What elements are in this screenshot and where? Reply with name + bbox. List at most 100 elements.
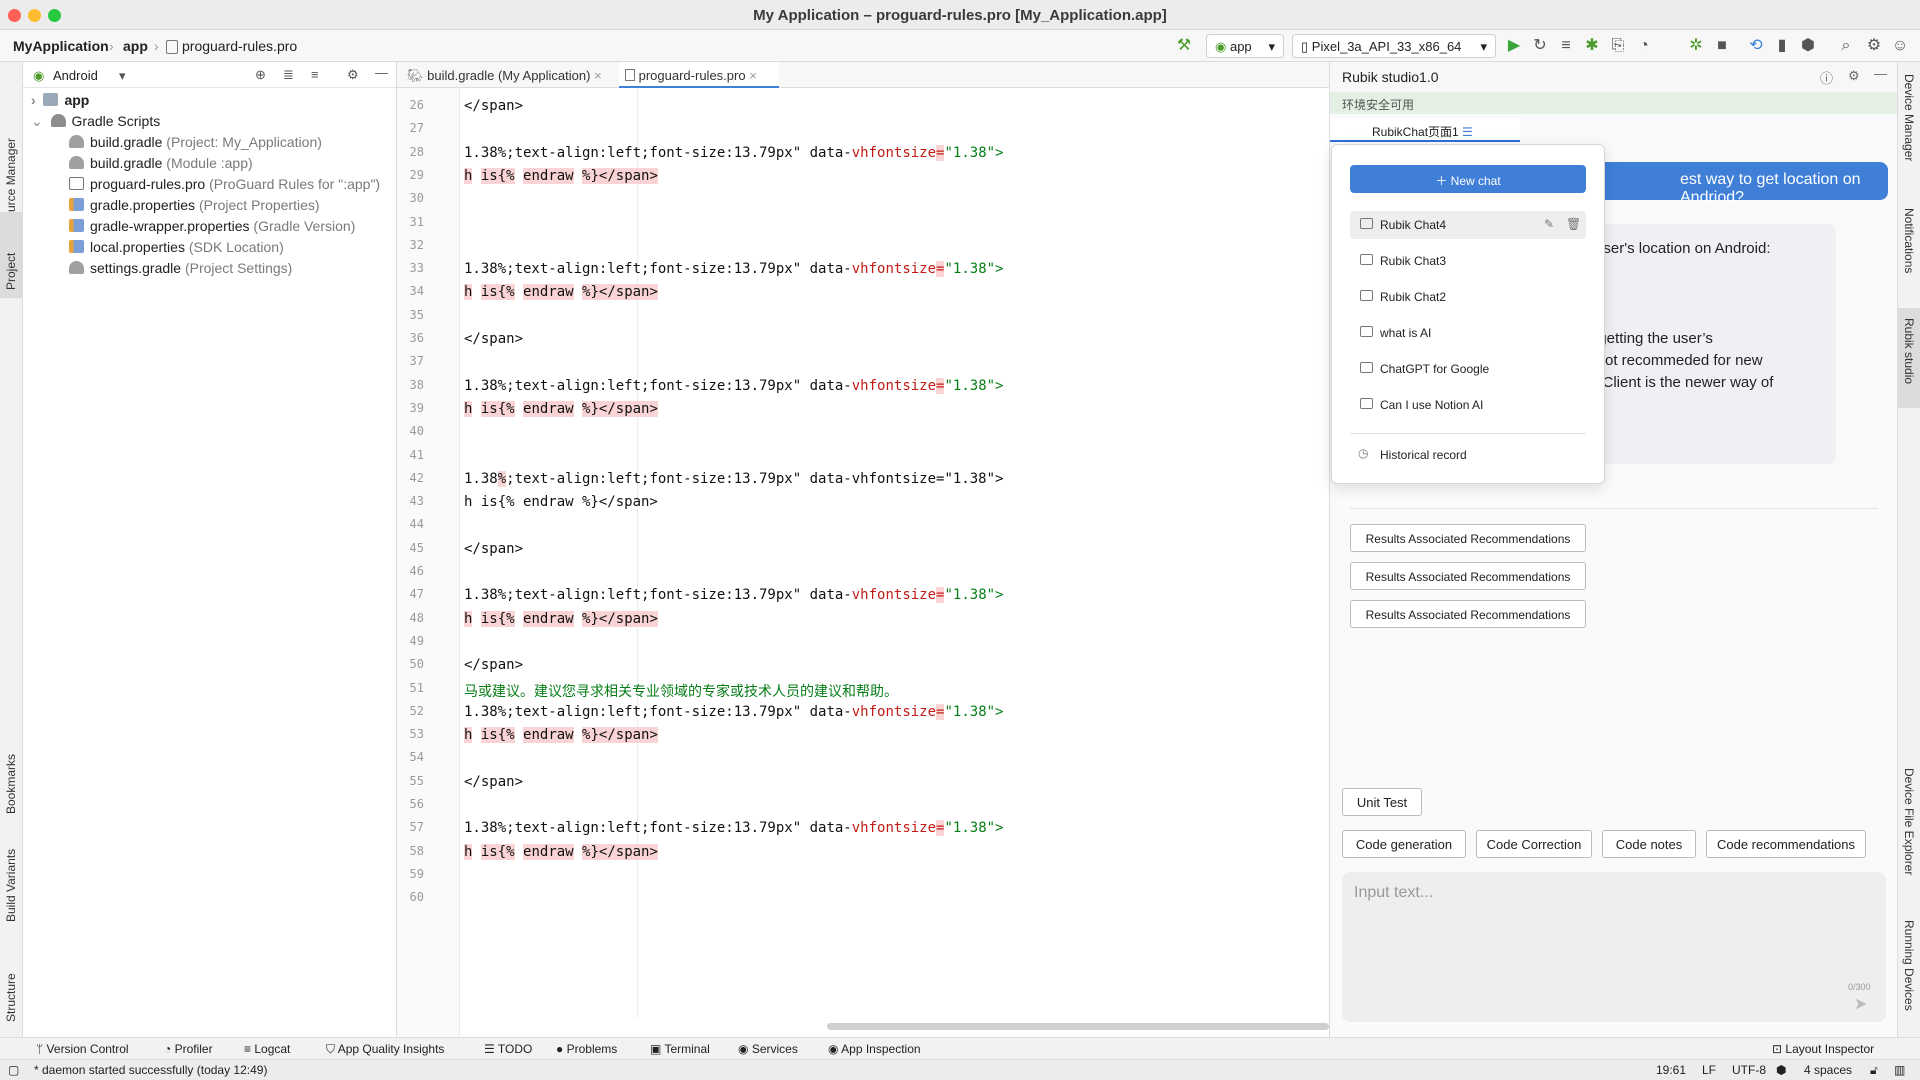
tool-profiler[interactable]: ◔ Profiler — [164, 1042, 213, 1056]
tool-problems[interactable]: ● Problems — [556, 1042, 617, 1056]
tool-app-inspection[interactable]: ◉ App Inspection — [828, 1042, 921, 1056]
tool-bookmarks[interactable]: Bookmarks — [4, 754, 18, 814]
tool-running-devices[interactable]: Running Devices — [1902, 920, 1916, 1011]
tree-file-gradle-properties[interactable]: gradle.properties (Project Properties) — [69, 197, 320, 218]
tree-file-settings-gradle[interactable]: settings.gradle (Project Settings) — [69, 260, 292, 281]
code-recommendations-button[interactable]: Code recommendations — [1706, 830, 1866, 858]
tree-file-local-properties[interactable]: local.properties (SDK Location) — [69, 239, 284, 260]
attr-name: vhfontsize — [851, 377, 937, 394]
tool-app-quality-insights[interactable]: ⛉ App Quality Insights — [326, 1042, 444, 1057]
tree-node-app[interactable]: › app — [31, 92, 89, 113]
line-number: 40 — [409, 424, 424, 439]
tab-proguard-rules[interactable]: proguard-rules.pro × — [619, 62, 779, 88]
status-hexagon-icon[interactable]: ⬢ — [1776, 1063, 1786, 1077]
search-icon[interactable]: ⌕ — [1836, 36, 1856, 56]
select-opened-file-icon[interactable]: ⊕ — [255, 67, 266, 83]
indent-setting[interactable]: 4 spaces — [1804, 1063, 1852, 1077]
expand-all-icon[interactable]: ≣ — [283, 67, 294, 83]
tree-file-build-gradle-module[interactable]: build.gradle (Module :app) — [69, 155, 253, 176]
debug-icon[interactable]: ✱ — [1582, 36, 1602, 56]
stop-icon[interactable]: ■ — [1712, 36, 1732, 56]
recommendation-button[interactable]: Results Associated Recommendations — [1350, 524, 1586, 552]
tool-structure[interactable]: Structure — [4, 973, 18, 1022]
sync-gradle-icon[interactable]: ⟲ — [1746, 36, 1766, 56]
span-close-tag: </span> — [464, 540, 524, 557]
rerun-icon[interactable]: ↻ — [1530, 36, 1550, 56]
help-icon[interactable]: ⓘ — [1820, 68, 1833, 87]
cursor-position[interactable]: 19:61 — [1656, 1063, 1686, 1077]
settings-gear-icon[interactable]: ⚙ — [1864, 36, 1884, 56]
tool-device-manager[interactable]: Device Manager — [1902, 74, 1916, 161]
tool-todo[interactable]: ☰ TODO — [484, 1042, 532, 1056]
tab-build-gradle[interactable]: 🐘︎ build.gradle (My Application) × — [407, 62, 615, 88]
hide-panel-icon[interactable]: — — [375, 65, 388, 80]
send-icon[interactable]: ➤ — [1854, 994, 1867, 1014]
hide-panel-icon[interactable]: — — [1874, 66, 1887, 81]
chat-item[interactable]: Rubik Chat3 — [1350, 247, 1586, 275]
status-bar: ▢ * daemon started successfully (today 1… — [0, 1059, 1920, 1080]
sdk-manager-icon[interactable]: ⬢ — [1798, 36, 1818, 56]
horizontal-scrollbar[interactable] — [827, 1023, 1329, 1030]
collapse-all-icon[interactable]: ≡ — [311, 67, 319, 82]
device-dropdown[interactable]: ▯ Pixel_3a_API_33_x86_64 ▾ — [1292, 34, 1496, 58]
unit-test-button[interactable]: Unit Test — [1342, 788, 1422, 816]
delete-icon[interactable]: 🗑︎ — [1566, 217, 1581, 231]
lock-icon[interactable]: 🔓︎ — [1870, 1063, 1878, 1078]
attr-value: "1.38"> — [944, 587, 1004, 604]
line-separator[interactable]: LF — [1702, 1063, 1716, 1077]
run-config-dropdown[interactable]: ◉ app ▾ — [1206, 34, 1284, 58]
chat-item[interactable]: ChatGPT for Google — [1350, 355, 1586, 383]
chat-input-box[interactable]: Input text... 0/300 ➤ — [1342, 872, 1886, 1022]
profile-icon[interactable]: ◔ — [1634, 36, 1654, 56]
tool-device-file-explorer[interactable]: Device File Explorer — [1902, 768, 1916, 875]
apply-changes-icon[interactable]: ≡ — [1556, 36, 1576, 56]
close-tab-icon[interactable]: × — [594, 68, 602, 83]
new-chat-button[interactable]: ＋ New chat — [1350, 165, 1586, 193]
tool-logcat[interactable]: ≡ Logcat — [244, 1042, 290, 1056]
chevron-down-icon: ⌄ — [31, 113, 43, 129]
code-notes-button[interactable]: Code notes — [1602, 830, 1696, 858]
code-correction-button[interactable]: Code Correction — [1476, 830, 1592, 858]
attach-debugger-icon[interactable]: ⎘ — [1608, 36, 1628, 56]
historical-record-item[interactable]: ◷ Historical record — [1350, 441, 1586, 469]
chat-item[interactable]: Rubik Chat2 — [1350, 283, 1586, 311]
tool-terminal[interactable]: ▣ Terminal — [650, 1042, 710, 1056]
tree-file-proguard-rules[interactable]: proguard-rules.pro (ProGuard Rules for "… — [69, 176, 380, 197]
menu-icon[interactable]: ☰ — [1462, 125, 1473, 139]
account-icon[interactable]: ☺ — [1890, 36, 1910, 56]
run-icon[interactable]: ▶ — [1504, 36, 1524, 56]
attach-process-icon[interactable]: ✲ — [1686, 36, 1706, 56]
tree-file-gradle-wrapper-properties[interactable]: gradle-wrapper.properties (Gradle Versio… — [69, 218, 355, 239]
build-hammer-icon[interactable]: ⚒ — [1174, 36, 1194, 56]
tool-build-variants[interactable]: Build Variants — [4, 849, 18, 922]
tool-notifications[interactable]: Notifications — [1902, 208, 1916, 273]
breadcrumb-module[interactable]: app — [123, 38, 148, 54]
chevron-down-icon[interactable]: ▾ — [119, 68, 126, 84]
settings-gear-icon[interactable]: ⚙ — [347, 67, 359, 83]
chat-item[interactable]: what is AI — [1350, 319, 1586, 347]
chat-item[interactable]: Rubik Chat4 ✎ 🗑︎ — [1350, 211, 1586, 239]
tree-node-gradle-scripts[interactable]: ⌄ Gradle Scripts — [31, 113, 160, 134]
tool-version-control[interactable]: ᛘ Version Control — [36, 1042, 129, 1056]
tool-rubik-studio[interactable]: Rubik studio — [1902, 318, 1916, 384]
close-tab-icon[interactable]: × — [749, 68, 757, 83]
device-manager-icon[interactable]: ▮ — [1772, 36, 1792, 56]
tool-layout-inspector[interactable]: ⊡ Layout Inspector — [1772, 1042, 1874, 1056]
recommendation-button[interactable]: Results Associated Recommendations — [1350, 562, 1586, 590]
status-panel-toggle-icon[interactable]: ▢ — [8, 1063, 19, 1077]
edit-icon[interactable]: ✎ — [1544, 217, 1554, 231]
tree-file-build-gradle-project[interactable]: build.gradle (Project: My_Application) — [69, 134, 322, 155]
settings-gear-icon[interactable]: ⚙ — [1848, 68, 1860, 84]
recommendation-button[interactable]: Results Associated Recommendations — [1350, 600, 1586, 628]
code-generation-button[interactable]: Code generation — [1342, 830, 1466, 858]
rubik-chat-tab[interactable]: RubikChat页面1 ☰ — [1330, 118, 1520, 142]
project-view-selector[interactable]: Android — [53, 68, 98, 83]
memory-indicator-icon[interactable]: ▥ — [1894, 1063, 1905, 1077]
breadcrumb-file[interactable]: proguard-rules.pro — [182, 38, 297, 54]
file-encoding[interactable]: UTF-8 — [1732, 1063, 1766, 1077]
tool-project[interactable]: Project — [4, 253, 18, 290]
breadcrumb-project[interactable]: MyApplication — [13, 38, 109, 54]
tool-services[interactable]: ◉ Services — [738, 1042, 798, 1056]
android-icon: ◉ — [1215, 39, 1227, 54]
chat-item[interactable]: Can I use Notion AI — [1350, 391, 1586, 419]
